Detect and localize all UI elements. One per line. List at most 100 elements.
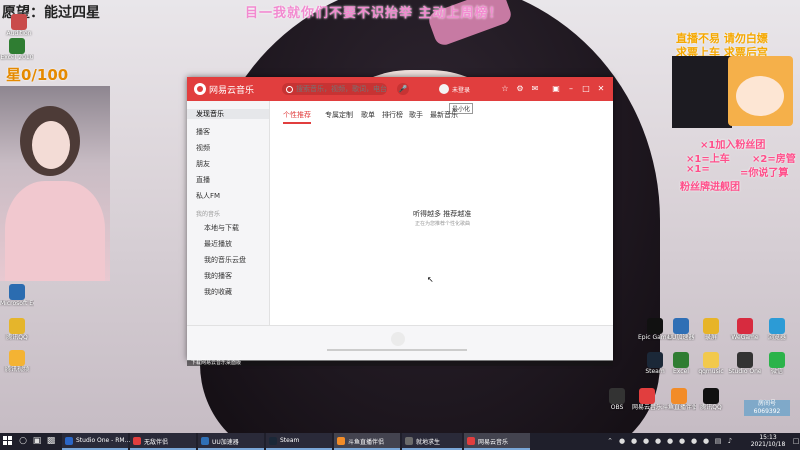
desktop-icon-excel-2[interactable]: Excel [664,352,698,375]
close-icon[interactable]: ✕ [596,84,606,94]
sidebar-item-fm[interactable]: 私人FM [196,191,220,201]
webcam-person-face [32,121,70,169]
desktop-icon-wechat[interactable]: 微信 [760,352,794,375]
desktop-icon-qq[interactable]: 腾讯QQ [0,318,34,341]
tray-app-icon[interactable]: ● [666,437,674,445]
rule-line-1: ×1加入粉丝团 [700,140,766,151]
tray-app-icon[interactable]: ● [702,437,710,445]
anime-girl-sticker [728,56,793,126]
taskbar-app-netease-music[interactable]: 网易云音乐 [464,433,530,450]
rule-line-5: =你说了算 [740,168,789,179]
tab-new-music[interactable]: 最新音乐 [430,110,458,120]
sidebar-item-recent[interactable]: 最近播放 [204,239,232,249]
studio-one-icon [65,437,73,445]
netease-music-icon [639,388,655,404]
desktop-icon-excel[interactable]: Excel 2010 [0,38,34,61]
network-icon[interactable]: ▤ [714,437,722,445]
download-status-strip: 下载网易云音乐桌面版 [187,360,613,366]
tray-app-icon[interactable]: ● [678,437,686,445]
notification-icon[interactable]: □ [792,437,800,445]
volume-icon[interactable]: ♪ [726,437,734,445]
search-icon[interactable]: ○ [18,436,28,446]
uu-accelerator-icon [201,437,209,445]
tab-charts[interactable]: 排行榜 [382,110,403,120]
tray-app-icon[interactable]: ● [642,437,650,445]
maximize-icon[interactable]: □ [581,84,591,94]
desktop-icon-tencent-video[interactable]: 腾讯视频 [0,350,34,373]
search-icon [286,86,293,93]
excel-icon [9,38,25,54]
douyu-icon [337,437,345,445]
progress-track[interactable] [327,349,467,351]
tray-app-icon[interactable]: ● [690,437,698,445]
desktop-icon-studio-one[interactable]: Studio One [728,352,762,375]
taskbar-app-studio-one[interactable]: Studio One - RM... [62,433,130,450]
empty-state-subtitle: 正在为您推荐个性化歌曲 [415,221,471,227]
webcam-person-body [5,181,105,281]
taskbar-app-uu[interactable]: UU加速器 [198,433,264,450]
sidebar-item-live[interactable]: 直播 [196,175,210,185]
room-badge: 房间号 6069392 [744,400,790,416]
rule-line-6: 粉丝牌进舰团 [680,182,740,193]
desktop-icon-netease-music[interactable]: 网易云音乐 [630,388,664,411]
sidebar-item-video[interactable]: 视频 [196,143,210,153]
explorer-icon[interactable]: ▩ [46,436,56,446]
sidebar-item-local[interactable]: 本地与下载 [204,223,239,233]
task-view-icon[interactable]: ▣ [32,436,42,446]
netease-music-icon [467,437,475,445]
studio-one-icon [737,352,753,368]
desktop-icon-douyu[interactable]: 斗鱼直播伴侣 [662,388,696,411]
sidebar-item-favorites[interactable]: 我的收藏 [204,287,232,297]
desktop-icon-wegame[interactable]: WeGame [728,318,762,341]
sidebar-item-my-podcast[interactable]: 我的播客 [204,271,232,281]
desktop-icon-record[interactable]: 录屏 [694,318,728,341]
anime-face [736,76,784,116]
music-titlebar[interactable]: 网易云音乐 🎤 未登录 ☆ ⚙ ✉ ▣ – □ ✕ [187,77,613,101]
taskbar-app-douyu[interactable]: 斗鱼直播伴侣 [334,433,400,450]
tray-app-icon[interactable]: ● [630,437,638,445]
rule-line-4: ×1= [686,164,710,175]
desktop-icon-qqmusic[interactable]: qqmusic [694,352,728,375]
tab-recommend[interactable]: 个性推荐 [283,110,311,124]
login-link[interactable]: 未登录 [452,85,470,94]
tray-app-icon[interactable]: ● [618,437,626,445]
taskbar-app-partner[interactable]: 无敌伴侣 [130,433,196,450]
desktop-icon-browser[interactable]: 浏览器 [760,318,794,341]
music-sidebar: 发现音乐 播客 视频 朋友 直播 私人FM 我的音乐 本地与下载 最近播放 我的… [187,101,270,325]
sidebar-item-cloud[interactable]: 我的音乐云盘 [204,255,246,265]
app-name: 网易云音乐 [209,86,255,96]
partner-icon [133,437,141,445]
taskbar-app-game[interactable]: 就地求生 [402,433,462,450]
mail-icon[interactable]: ✉ [530,84,540,94]
record-icon [703,318,719,334]
sidebar-item-friends[interactable]: 朋友 [196,159,210,169]
sidebar-group-label: 我的音乐 [196,211,221,218]
avatar[interactable] [439,84,449,94]
gear-icon[interactable]: ⚙ [515,84,525,94]
desktop-icon-qq-2[interactable]: 腾讯QQ [694,388,728,411]
desktop-icon-uu[interactable]: UU加速器 [664,318,698,341]
tab-artists[interactable]: 歌手 [409,110,423,120]
desktop-icon-obs[interactable]: OBS [600,388,634,411]
mini-icon[interactable]: ▣ [551,84,561,94]
search-input[interactable] [282,83,387,95]
shirt-icon[interactable]: ☆ [500,84,510,94]
tab-custom[interactable]: 专属定制 [325,110,353,120]
desktop-icon-edge[interactable]: Microsoft Edge [0,284,34,307]
epic-games-icon [647,318,663,334]
windows-start-icon[interactable] [3,436,13,446]
minimize-icon[interactable]: – [566,84,576,94]
tray-app-icon[interactable]: ● [654,437,662,445]
taskbar-app-steam[interactable]: Steam [266,433,332,450]
sidebar-item-discover[interactable]: 发现音乐 [187,109,269,119]
browser-icon [769,318,785,334]
play-button[interactable] [391,332,405,346]
tray-expand-icon[interactable]: ⌃ [606,437,614,445]
wegame-icon [737,318,753,334]
music-window[interactable]: 网易云音乐 🎤 未登录 ☆ ⚙ ✉ ▣ – □ ✕ 最小化 发现音乐 播客 视频… [187,77,613,361]
mic-icon[interactable]: 🎤 [397,83,409,95]
sidebar-item-podcast[interactable]: 播客 [196,127,210,137]
system-clock[interactable]: 15:13 2021/10/18 [745,434,791,448]
tab-playlists[interactable]: 歌单 [361,110,375,120]
desktop-icon-audition[interactable]: Audition [2,14,36,37]
